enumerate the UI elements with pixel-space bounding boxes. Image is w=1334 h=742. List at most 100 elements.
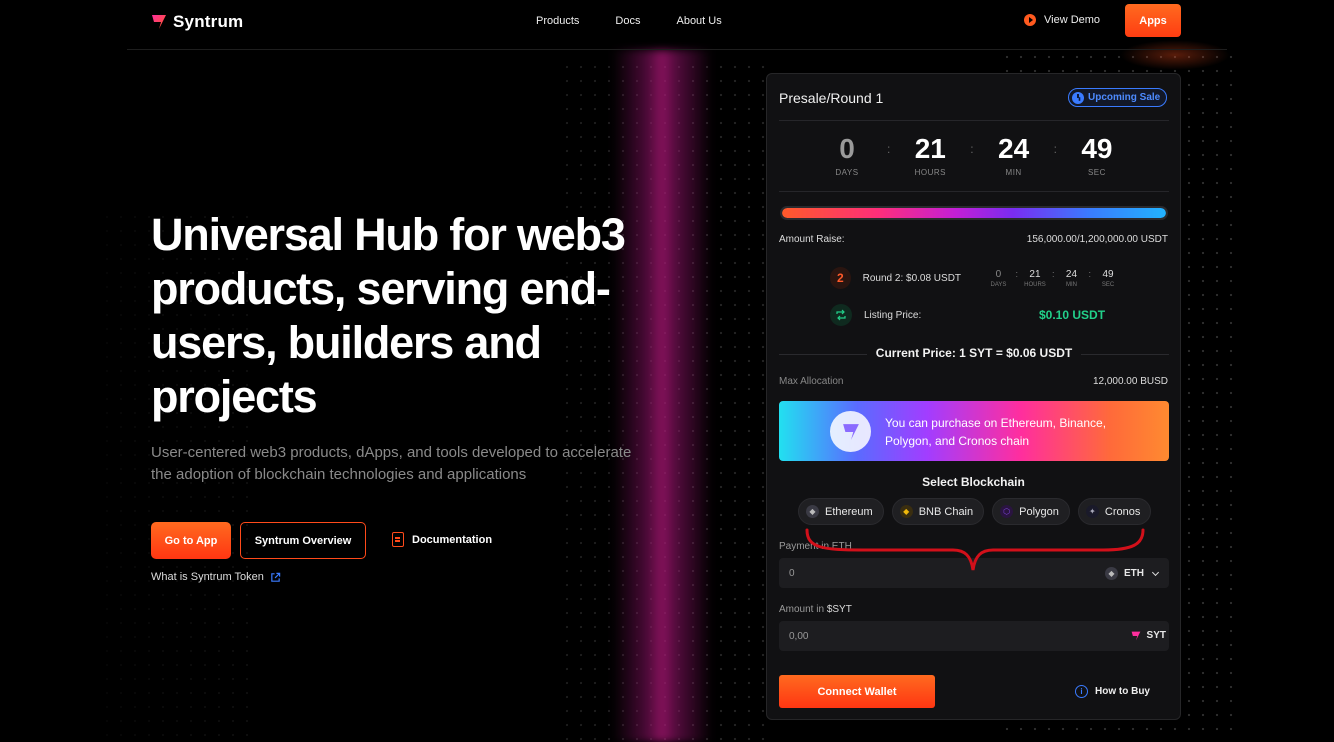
main-nav: Products Docs About Us: [536, 15, 722, 27]
countdown-min-label: MIN: [1005, 168, 1022, 177]
countdown-hours: 21 HOURS: [900, 132, 960, 177]
round-2-label: Round 2: $0.08 USDT: [862, 272, 962, 284]
countdown-separator: :: [970, 142, 974, 156]
amount-raise-value: 156,000.00/1,200,000.00 USDT: [1026, 234, 1168, 245]
divider: [779, 120, 1169, 121]
raise-progress-fill: [782, 208, 1166, 218]
max-allocation-label: Max Allocation: [779, 376, 844, 387]
mini-days-value: 0: [995, 268, 1002, 280]
nav-docs[interactable]: Docs: [615, 15, 640, 27]
countdown-hours-value: 21: [914, 133, 946, 164]
mini-days-label: DAYS: [990, 281, 1007, 288]
syntrum-overview-button[interactable]: Syntrum Overview: [240, 522, 366, 559]
view-demo-label: View Demo: [1044, 14, 1101, 26]
presale-card: Presale/Round 1 Upcoming Sale 0 DAYS : 2…: [766, 73, 1181, 720]
countdown-separator: :: [886, 142, 891, 156]
mini-separator: :: [1051, 268, 1055, 279]
annotation-brace: [805, 528, 1145, 571]
amount-raise-label: Amount Raise:: [779, 234, 845, 245]
mini-sec-value: 49: [1102, 268, 1114, 280]
mini-hours-label: HOURS: [1024, 281, 1046, 288]
listing-price-value: $0.10 USDT: [1039, 308, 1106, 322]
play-icon: [1024, 14, 1036, 26]
chain-label: Polygon: [1019, 505, 1059, 518]
amount-currency-label: SYT: [1146, 630, 1166, 641]
upcoming-sale-badge: Upcoming Sale: [1068, 88, 1168, 107]
view-demo-link[interactable]: View Demo: [1024, 14, 1100, 26]
amount-label-token: $SYT: [826, 604, 852, 615]
brand-name: Syntrum: [173, 12, 244, 31]
countdown-minutes: 24 MIN: [984, 132, 1044, 177]
hero-subtitle: User-centered web3 products, dApps, and …: [151, 444, 632, 483]
banner-text: You can purchase on Ethereum, Binance, P…: [885, 416, 1107, 448]
countdown-hours-label: HOURS: [914, 168, 946, 177]
main-countdown: 0 DAYS : 21 HOURS : 24 MIN : 49 SEC: [817, 132, 1127, 177]
mini-min-label: MIN: [1065, 281, 1077, 288]
mini-sec-label: SEC: [1101, 281, 1115, 288]
countdown-days: 0 DAYS: [817, 132, 877, 177]
chain-cronos[interactable]: ✦ Cronos: [1077, 498, 1152, 525]
countdown-days-value: 0: [839, 133, 855, 164]
document-icon: [392, 532, 404, 547]
clock-icon: [1072, 91, 1084, 104]
divider: [1081, 354, 1169, 355]
polygon-icon: ⬡: [1000, 505, 1014, 518]
bnb-icon: ◆: [899, 505, 913, 518]
amount-input[interactable]: [779, 621, 1169, 651]
amount-label-prefix: Amount in: [779, 604, 827, 615]
syntrum-logo-icon: [152, 15, 166, 29]
round-number-badge: 2: [830, 267, 851, 289]
syntrum-logo-icon: [1131, 631, 1140, 640]
chain-polygon[interactable]: ⬡ Polygon: [992, 498, 1070, 525]
documentation-label: Documentation: [412, 533, 493, 546]
mini-separator: :: [1015, 268, 1018, 279]
raise-progress-bar: [780, 206, 1168, 220]
mini-separator: :: [1088, 268, 1091, 279]
mini-min-value: 24: [1065, 268, 1078, 280]
countdown-separator: :: [1053, 142, 1057, 156]
countdown-days-label: DAYS: [835, 168, 859, 177]
badge-label: Upcoming Sale: [1088, 92, 1161, 103]
countdown-sec-value: 49: [1081, 133, 1113, 164]
select-blockchain-title: Select Blockchain: [922, 475, 1025, 489]
chain-bnb[interactable]: ◆ BNB Chain: [891, 498, 985, 525]
nav-products[interactable]: Products: [536, 15, 579, 27]
countdown-seconds: 49 SEC: [1067, 132, 1127, 177]
current-price-text: Current Price: 1 SYT = $0.06 USDT: [875, 346, 1073, 360]
current-price: Current Price: 1 SYT = $0.06 USDT: [779, 346, 1169, 362]
go-to-app-button[interactable]: Go to App: [151, 522, 231, 559]
syntrum-logo-icon: [830, 411, 871, 452]
nav-about-us[interactable]: About Us: [676, 15, 721, 27]
round-2-countdown: 0 DAYS : 21 HOURS : 24 MIN : 49 SEC: [986, 269, 1120, 288]
chain-ethereum[interactable]: ◆ Ethereum: [798, 498, 884, 525]
purchase-chains-banner: You can purchase on Ethereum, Binance, P…: [779, 401, 1169, 461]
info-icon: i: [1075, 685, 1088, 698]
listing-price-label: Listing Price:: [864, 309, 922, 321]
amount-currency: SYT: [1131, 630, 1166, 641]
countdown-min-value: 24: [998, 133, 1030, 164]
brand-logo[interactable]: Syntrum: [151, 12, 243, 32]
chain-label: BNB Chain: [918, 505, 974, 518]
round-2-row: 2 Round 2: $0.08 USDT 0 DAYS : 21 HOURS : …: [830, 266, 1120, 290]
documentation-link[interactable]: Documentation: [392, 532, 492, 547]
amount-label: Amount in $SYT: [779, 604, 852, 615]
swap-icon: [830, 304, 852, 326]
divider: [779, 191, 1169, 192]
presale-title: Presale/Round 1: [779, 90, 884, 106]
how-to-buy-label: How to Buy: [1095, 686, 1150, 697]
chain-label: Ethereum: [825, 505, 873, 518]
chain-label: Cronos: [1104, 505, 1141, 518]
max-allocation-value: 12,000.00 BUSD: [1092, 376, 1168, 387]
connect-wallet-button[interactable]: Connect Wallet: [779, 675, 935, 708]
token-link-label: What is Syntrum Token: [151, 571, 264, 583]
blockchain-selector: ◆ Ethereum ◆ BNB Chain ⬡ Polygon ✦ Crono…: [798, 498, 1152, 525]
mini-hours-value: 21: [1029, 268, 1041, 280]
external-link-icon: [271, 572, 281, 582]
hero-title: Universal Hub for web3 products, serving…: [151, 209, 626, 422]
token-info-link[interactable]: What is Syntrum Token: [151, 571, 281, 583]
apps-button[interactable]: Apps: [1125, 4, 1181, 37]
top-nav-bar: Syntrum Products Docs About Us View Demo…: [127, 0, 1227, 50]
how-to-buy-link[interactable]: i How to Buy: [1075, 685, 1150, 698]
countdown-sec-label: SEC: [1087, 168, 1106, 177]
ethereum-icon: ◆: [806, 505, 819, 518]
